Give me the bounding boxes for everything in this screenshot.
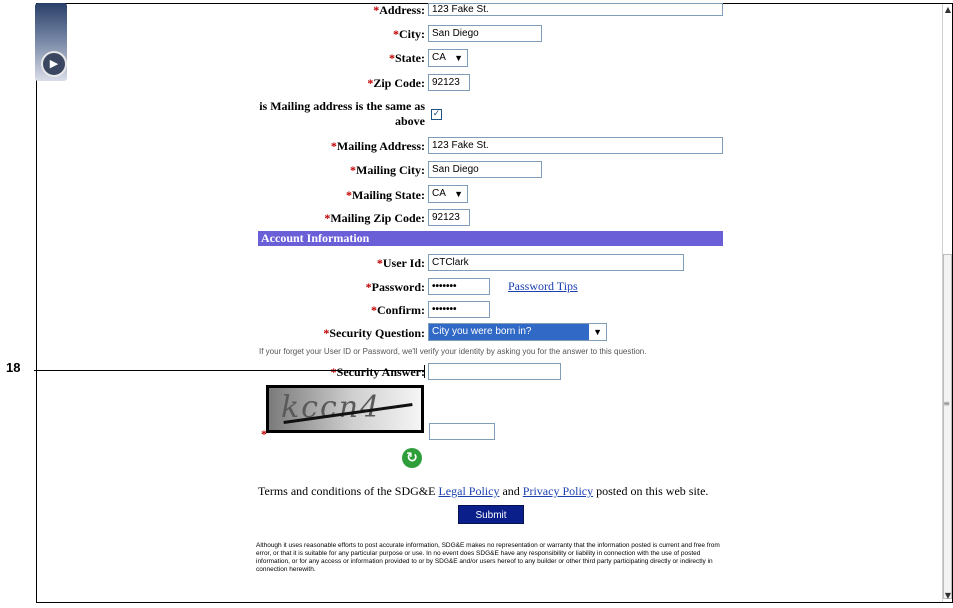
city-label: *City: xyxy=(393,27,425,41)
chevron-down-icon: ▼ xyxy=(454,189,463,199)
callout-line xyxy=(34,370,425,371)
mailing-same-label: is Mailing address is the same as above xyxy=(259,99,425,128)
password-tips-link[interactable]: Password Tips xyxy=(508,279,578,294)
state-select[interactable]: CA ▼ xyxy=(428,49,468,67)
vertical-scrollbar[interactable]: ▲ ≡ ▼ xyxy=(942,4,952,602)
address-field[interactable]: 123 Fake St. xyxy=(428,3,723,16)
user-id-field[interactable]: CTClark xyxy=(428,254,684,271)
security-question-select[interactable]: City you were born in? ▼ xyxy=(428,323,607,341)
zip-field[interactable]: 92123 xyxy=(428,74,470,91)
city-field[interactable]: San Diego xyxy=(428,25,542,42)
privacy-policy-link[interactable]: Privacy Policy xyxy=(523,484,593,498)
scroll-up-icon[interactable]: ▲ xyxy=(945,6,951,14)
legal-policy-link[interactable]: Legal Policy xyxy=(438,484,499,498)
mailing-address-label: *Mailing Address: xyxy=(330,139,425,153)
chevron-down-icon: ▼ xyxy=(454,53,463,63)
captcha-input[interactable] xyxy=(429,423,495,440)
zip-label: *Zip Code: xyxy=(367,76,425,90)
security-hint-text: If your forget your User ID or Password,… xyxy=(259,347,647,356)
confirm-label: *Confirm: xyxy=(371,303,425,317)
address-label: *Address: xyxy=(373,3,425,17)
disclaimer-text: Although it uses reasonable efforts to p… xyxy=(256,542,720,573)
password-field[interactable]: ••••••• xyxy=(428,278,490,295)
scroll-thumb[interactable] xyxy=(943,254,952,599)
callout-number: 18 xyxy=(6,360,21,375)
mailing-same-checkbox[interactable]: ✓ xyxy=(431,109,442,120)
security-question-label: *Security Question: xyxy=(323,326,425,340)
security-answer-label: *Security Answer: xyxy=(330,365,425,379)
state-select-value: CA xyxy=(432,52,446,63)
account-information-header: Account Information xyxy=(258,231,723,246)
refresh-icon[interactable]: ↻ xyxy=(402,448,422,468)
mailing-state-select[interactable]: CA ▼ xyxy=(428,185,468,203)
captcha-image: kccn4 xyxy=(266,385,424,433)
state-label: *State: xyxy=(389,51,425,65)
checkmark-icon: ✓ xyxy=(432,109,441,119)
password-label: *Password: xyxy=(365,280,425,294)
terms-and: and xyxy=(499,484,523,498)
security-answer-field[interactable] xyxy=(428,363,561,380)
confirm-password-field[interactable]: ••••••• xyxy=(428,301,490,318)
callout-tick xyxy=(424,365,425,378)
chevron-down-icon: ▼ xyxy=(593,327,602,337)
mailing-city-field[interactable]: San Diego xyxy=(428,161,542,178)
security-question-selected: City you were born in? xyxy=(429,324,589,340)
terms-suffix: posted on this web site. xyxy=(593,484,709,498)
user-id-label: *User Id: xyxy=(376,256,425,270)
mailing-state-label: *Mailing State: xyxy=(346,188,425,202)
terms-text: Terms and conditions of the SDG&E Legal … xyxy=(258,484,708,499)
scroll-down-icon[interactable]: ▼ xyxy=(945,592,951,600)
scroll-grip-icon: ≡ xyxy=(943,399,950,408)
terms-prefix: Terms and conditions of the SDG&E xyxy=(258,484,439,498)
mailing-address-field[interactable]: 123 Fake St. xyxy=(428,137,723,154)
mailing-city-label: *Mailing City: xyxy=(350,163,425,177)
submit-button[interactable]: Submit xyxy=(458,505,524,524)
mailing-state-select-value: CA xyxy=(432,188,446,199)
mailing-zip-field[interactable]: 92123 xyxy=(428,209,470,226)
mailing-zip-label: *Mailing Zip Code: xyxy=(324,211,425,225)
play-icon[interactable]: ▶ xyxy=(41,51,67,77)
